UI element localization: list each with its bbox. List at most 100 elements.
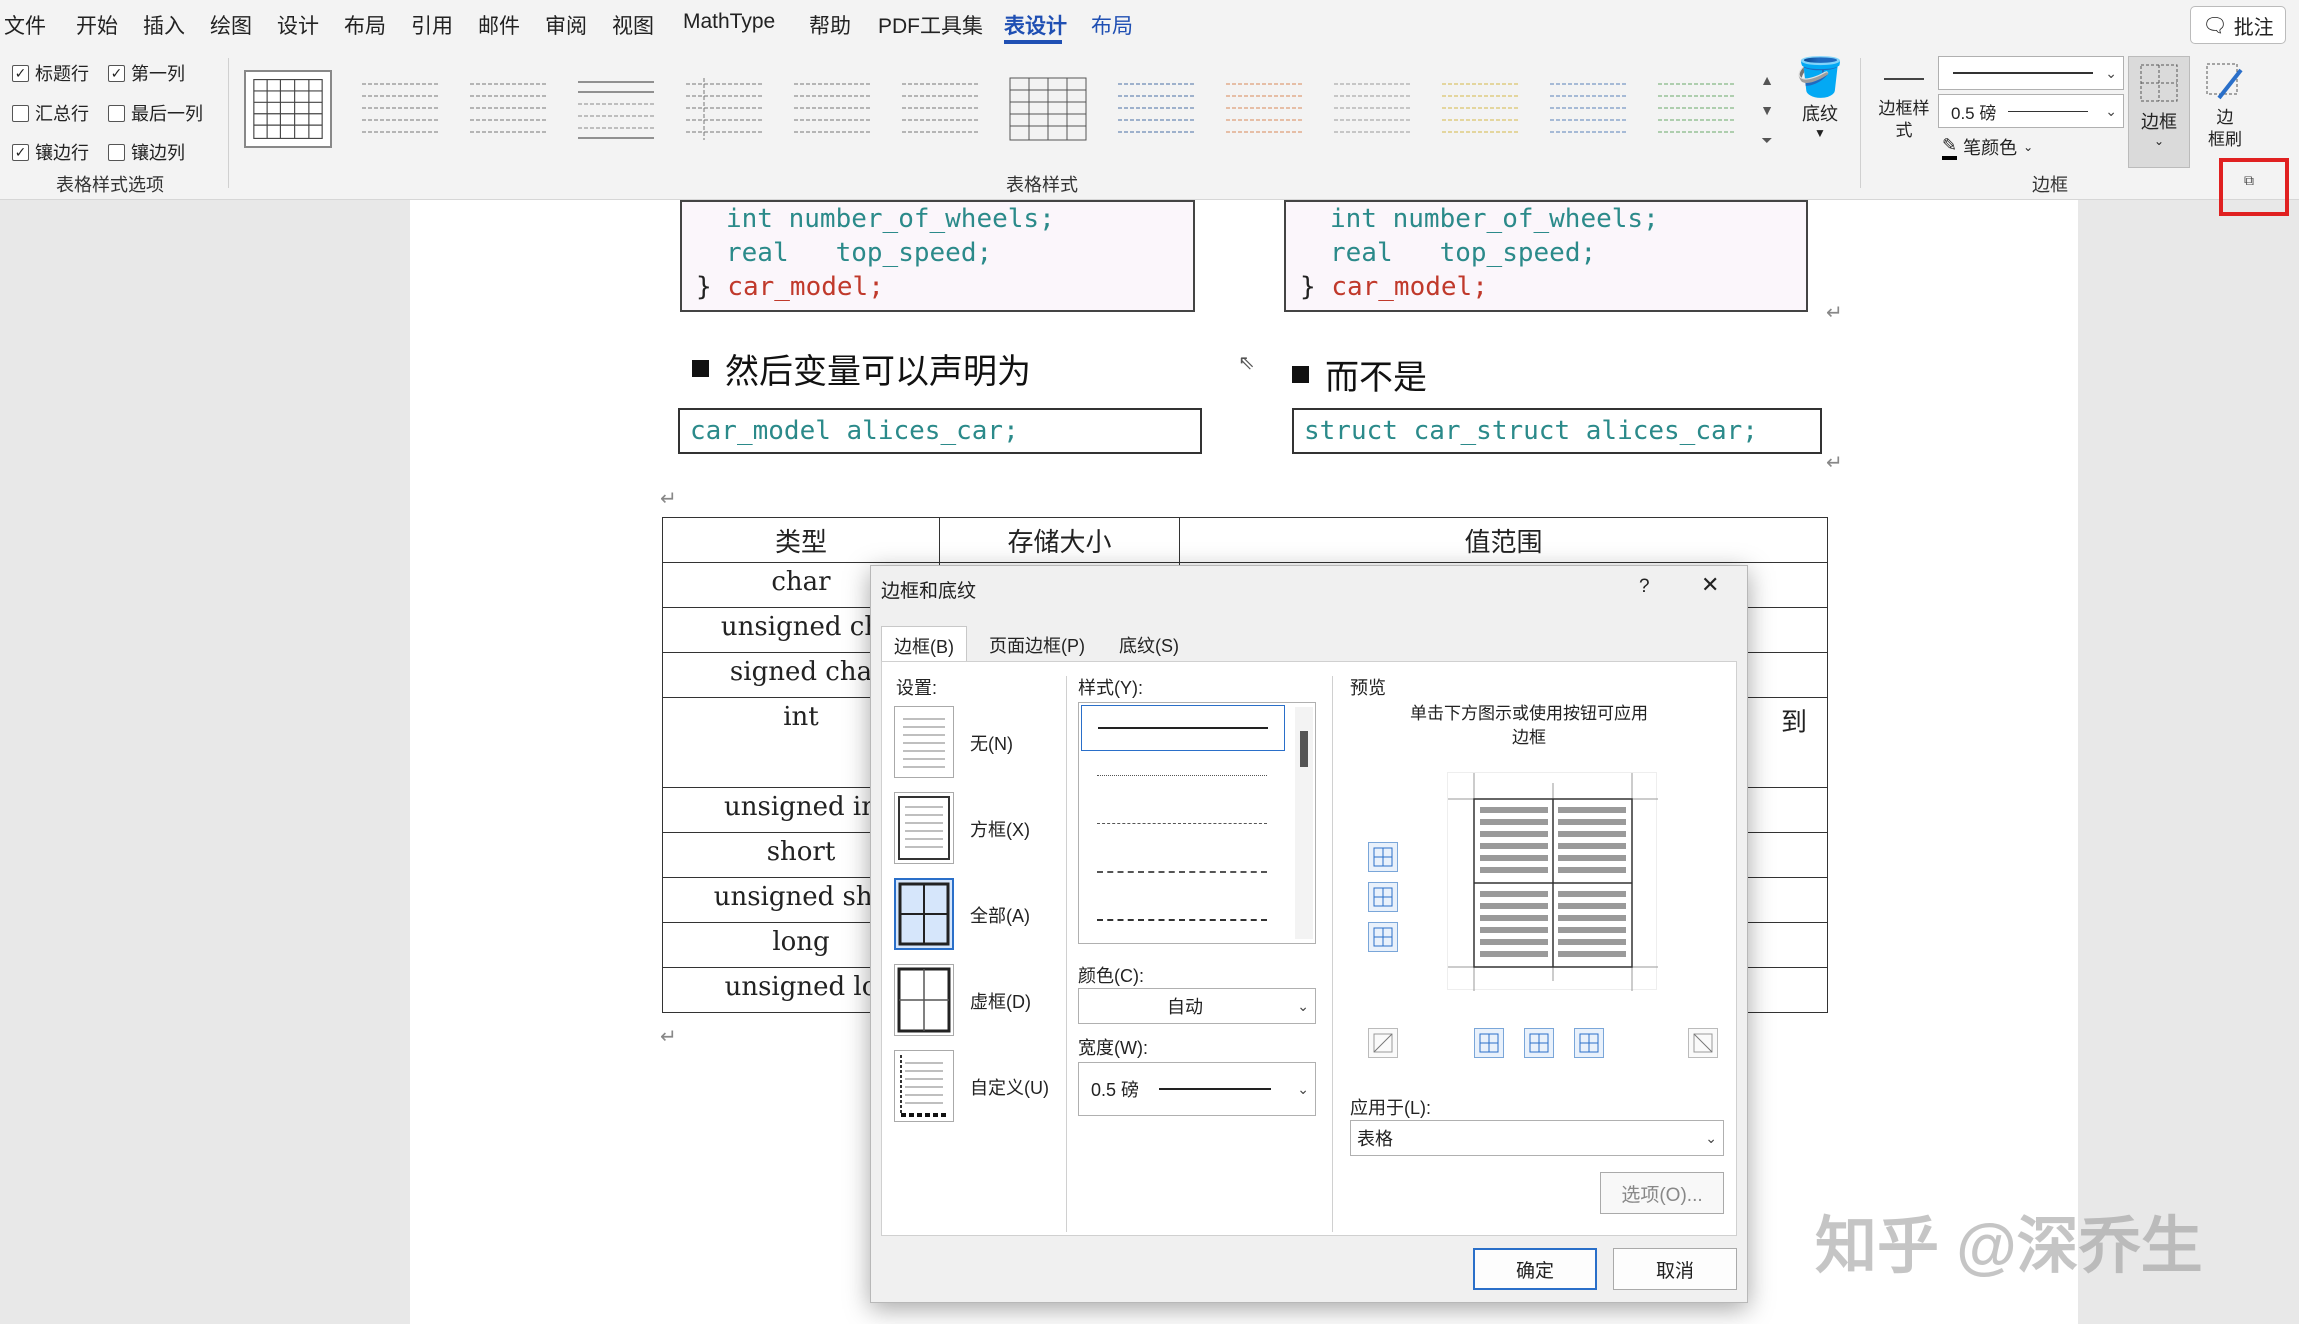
menu-pdf-tools[interactable]: PDF工具集	[878, 10, 983, 40]
table-style-thumb[interactable]	[1436, 70, 1524, 148]
mouse-cursor-icon: ⇖	[1238, 352, 1255, 374]
ok-button[interactable]: 确定	[1473, 1248, 1597, 1290]
top-border-button[interactable]	[1368, 842, 1398, 872]
menu-help[interactable]: 帮助	[809, 10, 851, 40]
line-style-dropdown[interactable]: ⌄	[1938, 56, 2124, 90]
tab-page-border[interactable]: 页面边框(P)	[977, 626, 1097, 662]
right-border-button[interactable]	[1574, 1028, 1604, 1058]
setting-all-label[interactable]: 全部(A)	[970, 902, 1030, 928]
borders-button[interactable]: 边框 ⌄	[2128, 56, 2190, 168]
setting-all-icon[interactable]	[894, 878, 954, 950]
table-header-cell[interactable]: 存储大小	[939, 517, 1180, 563]
table-style-thumb-grid[interactable]	[244, 70, 332, 148]
setting-grid-icon[interactable]	[894, 964, 954, 1036]
setting-none-icon[interactable]	[894, 706, 954, 778]
setting-grid-label[interactable]: 虚框(D)	[970, 988, 1031, 1014]
menu-file[interactable]: 文件	[4, 10, 46, 40]
cell-text: int	[783, 702, 819, 732]
table-header-cell[interactable]: 类型	[662, 517, 940, 563]
menu-table-design[interactable]: 表设计	[1004, 10, 1067, 40]
option-first-column[interactable]: ✓ 第一列	[108, 60, 185, 86]
line-style-option[interactable]	[1097, 919, 1267, 921]
color-dropdown[interactable]: 自动 ⌄	[1078, 988, 1316, 1024]
option-label: 第一列	[131, 64, 185, 84]
menu-references[interactable]: 引用	[411, 10, 453, 40]
paragraph-mark: ↵	[1826, 302, 1843, 324]
line-style-option[interactable]	[1097, 823, 1267, 824]
gallery-scroll-down-icon[interactable]: ▼	[1756, 96, 1778, 124]
line-weight-dropdown[interactable]: 0.5 磅 ⌄	[1938, 94, 2124, 128]
close-icon[interactable]: ✕	[1701, 572, 1719, 598]
option-banded-rows[interactable]: ✓ 镶边行	[12, 139, 89, 165]
table-style-thumb[interactable]	[572, 70, 660, 148]
menu-design[interactable]: 设计	[277, 10, 319, 40]
border-styles-button[interactable]: 边框样 式	[1874, 64, 1934, 164]
inside-vertical-border-button[interactable]	[1524, 1028, 1554, 1058]
border-painter-button[interactable]: 边 框刷	[2196, 58, 2254, 158]
line-style-list[interactable]	[1078, 702, 1316, 944]
pen-color-button[interactable]: ✎ 笔颜色 ⌄	[1942, 134, 2033, 160]
tab-borders[interactable]: 边框(B)	[881, 626, 967, 662]
code-text: number_of_wheels;	[1392, 204, 1659, 234]
menu-view[interactable]: 视图	[612, 10, 654, 40]
menu-table-layout[interactable]: 布局	[1091, 10, 1133, 40]
table-style-thumb[interactable]	[1328, 70, 1416, 148]
paint-bucket-icon: 🪣	[1796, 57, 1844, 99]
options-button[interactable]: 选项(O)...	[1600, 1172, 1724, 1214]
scrollbar-thumb[interactable]	[1300, 731, 1308, 767]
table-style-thumb[interactable]	[788, 70, 876, 148]
table-style-thumb[interactable]	[1220, 70, 1308, 148]
cancel-button[interactable]: 取消	[1613, 1248, 1737, 1290]
setting-box-label[interactable]: 方框(X)	[970, 816, 1030, 842]
shading-button[interactable]: 🪣 底纹 ▼	[1792, 56, 1848, 156]
help-icon[interactable]: ?	[1639, 576, 1650, 598]
gallery-scroll-up-icon[interactable]: ▲	[1756, 66, 1778, 94]
comment-button[interactable]: 🗨 批注	[2190, 6, 2286, 44]
table-style-thumb[interactable]	[1004, 70, 1092, 148]
option-label: 镶边列	[131, 143, 185, 163]
snippet-right: struct car_struct alices_car;	[1292, 408, 1822, 454]
inside-horizontal-border-button[interactable]	[1368, 882, 1398, 912]
chevron-down-icon: ⌄	[1297, 1080, 1309, 1097]
setting-custom-label[interactable]: 自定义(U)	[970, 1074, 1049, 1100]
apply-to-dropdown[interactable]: 表格 ⌄	[1350, 1120, 1724, 1156]
menu-mailings[interactable]: 邮件	[478, 10, 520, 40]
option-last-column[interactable]: 最后一列	[108, 100, 203, 126]
table-style-thumb[interactable]	[896, 70, 984, 148]
line-style-option[interactable]	[1097, 775, 1267, 776]
option-header-row[interactable]: ✓ 标题行	[12, 60, 89, 86]
preview-area[interactable]	[1447, 772, 1658, 991]
table-style-thumb[interactable]	[356, 70, 444, 148]
diagonal-up-border-button[interactable]	[1688, 1028, 1718, 1058]
tab-shading[interactable]: 底纹(S)	[1107, 626, 1191, 662]
left-border-button[interactable]	[1474, 1028, 1504, 1058]
group-label-table-styles: 表格样式	[1006, 175, 1078, 195]
option-label: 最后一列	[131, 104, 203, 124]
setting-none-label[interactable]: 无(N)	[970, 730, 1013, 756]
setting-custom-icon[interactable]	[894, 1050, 954, 1122]
bottom-border-button[interactable]	[1368, 922, 1398, 952]
option-total-row[interactable]: 汇总行	[12, 100, 89, 126]
gallery-expand-icon[interactable]: ⏷	[1756, 126, 1778, 154]
diagonal-down-border-button[interactable]	[1368, 1028, 1398, 1058]
setting-box-icon[interactable]	[894, 792, 954, 864]
table-style-thumb[interactable]	[680, 70, 768, 148]
table-style-thumb[interactable]	[1652, 70, 1740, 148]
scrollbar[interactable]	[1295, 707, 1313, 939]
table-style-thumb[interactable]	[464, 70, 552, 148]
menu-review[interactable]: 审阅	[545, 10, 587, 40]
menu-home[interactable]: 开始	[76, 10, 118, 40]
option-banded-columns[interactable]: 镶边列	[108, 139, 185, 165]
menu-layout[interactable]: 布局	[344, 10, 386, 40]
table-header-cell[interactable]: 值范围	[1179, 517, 1828, 563]
cell-text: unsigned ch	[720, 612, 882, 642]
table-style-thumb[interactable]	[1112, 70, 1200, 148]
menu-insert[interactable]: 插入	[143, 10, 185, 40]
table-style-thumb[interactable]	[1544, 70, 1632, 148]
menu-draw[interactable]: 绘图	[210, 10, 252, 40]
menu-mathtype[interactable]: MathType	[683, 10, 775, 34]
line-style-option[interactable]	[1097, 871, 1267, 873]
width-dropdown[interactable]: 0.5 磅 ⌄	[1078, 1062, 1316, 1116]
line-style-selected[interactable]	[1081, 705, 1285, 751]
table-header-row: 类型 存储大小 值范围	[662, 517, 1828, 563]
